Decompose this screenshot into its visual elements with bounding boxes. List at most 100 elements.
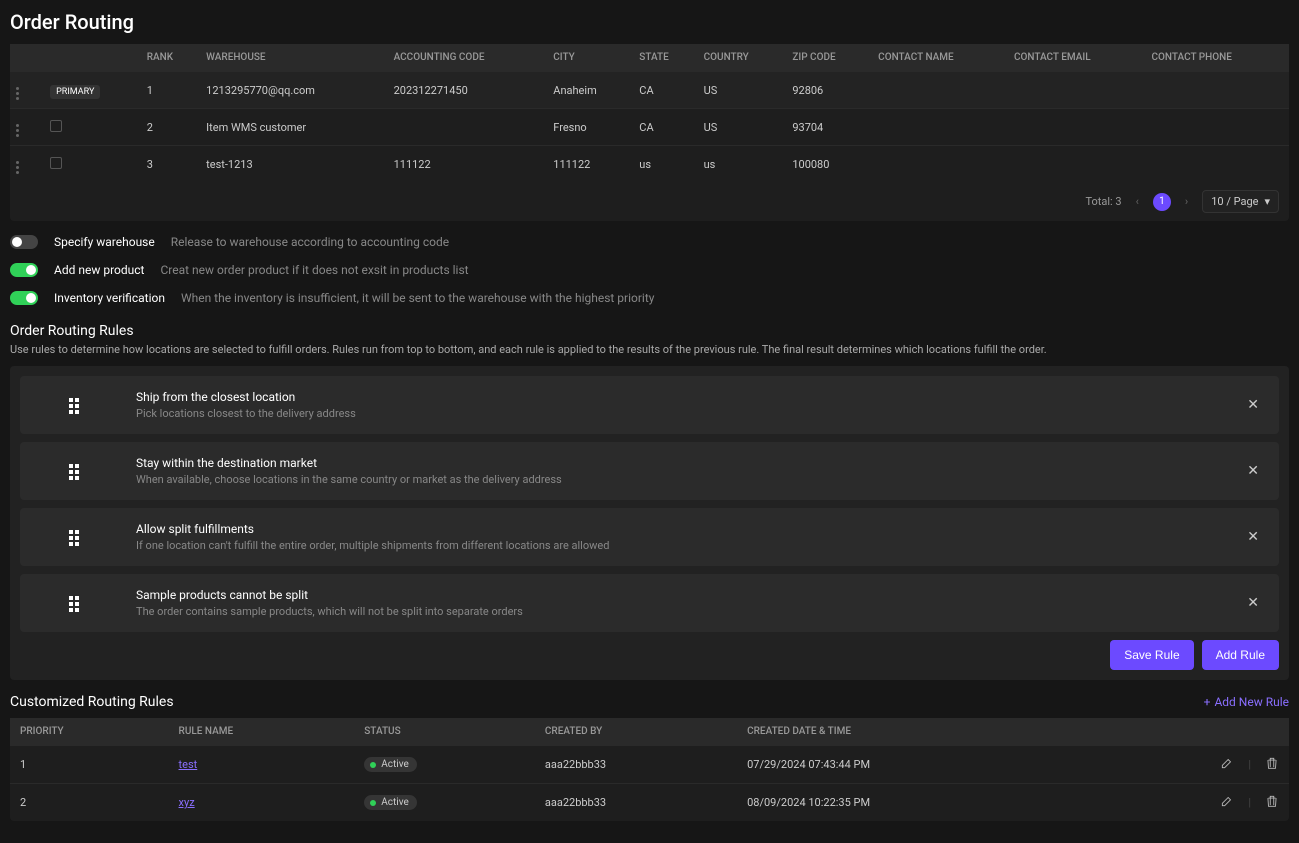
rule-card: Ship from the closest locationPick locat… <box>20 376 1279 434</box>
cell-warehouse: Item WMS customer <box>200 109 387 146</box>
toggle-row: Inventory verificationWhen the inventory… <box>10 291 1289 305</box>
cell-priority: 1 <box>10 746 169 784</box>
page-size-select[interactable]: 10 / Page ▾ <box>1202 190 1279 213</box>
cell-accounting_code: 202312271450 <box>388 72 548 109</box>
drag-handle-icon[interactable] <box>69 398 83 412</box>
warehouse-header: CONTACT EMAIL <box>1008 44 1146 72</box>
cell-zip: 100080 <box>786 146 872 183</box>
row-checkbox[interactable] <box>50 157 62 169</box>
table-row: 1testActiveaaa22bbb3307/29/2024 07:43:44… <box>10 746 1289 784</box>
drag-handle-icon[interactable] <box>69 530 83 544</box>
cell-contact_name <box>872 72 1008 109</box>
cell-rank: 1 <box>141 72 200 109</box>
toggle-row: Specify warehouse Release to warehouse ac… <box>10 235 1289 249</box>
cell-state: us <box>633 146 697 183</box>
cell-contact_email <box>1008 109 1146 146</box>
cell-zip: 93704 <box>786 109 872 146</box>
next-page-button[interactable]: › <box>1181 195 1192 208</box>
toggle-switch[interactable] <box>10 263 38 277</box>
toggle-desc: When the inventory is insufficient, it w… <box>181 291 655 305</box>
separator: | <box>1248 758 1251 771</box>
status-badge: Active <box>364 795 417 810</box>
edit-icon[interactable] <box>1220 756 1234 773</box>
primary-badge: PRIMARY <box>50 85 100 99</box>
cell-accounting_code <box>388 109 548 146</box>
toggle-switch[interactable] <box>10 291 38 305</box>
rules-panel: Ship from the closest locationPick locat… <box>10 366 1289 680</box>
warehouse-header <box>10 44 44 72</box>
cell-created-date: 08/09/2024 10:22:35 PM <box>737 784 1093 822</box>
custom-rules-table: PRIORITYRULE NAMESTATUSCREATED BYCREATED… <box>10 718 1289 821</box>
drag-handle-icon[interactable] <box>16 161 26 174</box>
edit-icon[interactable] <box>1220 794 1234 811</box>
drag-handle-icon[interactable] <box>16 124 26 137</box>
table-row: 2Item WMS customerFresnoCAUS93704 <box>10 109 1289 146</box>
cell-rank: 2 <box>141 109 200 146</box>
warehouse-header: CONTACT NAME <box>872 44 1008 72</box>
plus-icon: + <box>1204 695 1211 709</box>
toggle-switch[interactable] <box>10 235 38 249</box>
rule-card: Sample products cannot be split The order… <box>20 574 1279 632</box>
custom-header: CREATED BY <box>535 718 737 746</box>
close-icon[interactable]: ✕ <box>1243 393 1263 417</box>
cell-city: Anaheim <box>547 72 633 109</box>
delete-icon[interactable] <box>1265 756 1279 773</box>
cell-contact_phone <box>1146 72 1290 109</box>
cell-city: 111122 <box>547 146 633 183</box>
warehouse-header: ACCOUNTING CODE <box>388 44 548 72</box>
page-title: Order Routing <box>10 10 1289 34</box>
close-icon[interactable]: ✕ <box>1243 525 1263 549</box>
cell-country: US <box>698 72 787 109</box>
warehouse-header: CONTACT PHONE <box>1146 44 1290 72</box>
prev-page-button[interactable]: ‹ <box>1132 195 1143 208</box>
toggle-row: Add new productCreat new order product i… <box>10 263 1289 277</box>
cell-created-date: 07/29/2024 07:43:44 PM <box>737 746 1093 784</box>
add-rule-button[interactable]: Add Rule <box>1202 640 1279 670</box>
chevron-down-icon: ▾ <box>1264 195 1270 208</box>
rule-name-link[interactable]: test <box>179 758 198 771</box>
cell-rank: 3 <box>141 146 200 183</box>
separator: | <box>1248 796 1251 809</box>
delete-icon[interactable] <box>1265 794 1279 811</box>
cell-contact_name <box>872 109 1008 146</box>
close-icon[interactable]: ✕ <box>1243 591 1263 615</box>
close-icon[interactable]: ✕ <box>1243 459 1263 483</box>
rule-desc: If one location can't fulfill the entire… <box>136 539 1223 552</box>
table-footer: Total: 3 ‹ 1 › 10 / Page ▾ <box>10 182 1289 221</box>
rule-card: Allow split fulfillmentsIf one location … <box>20 508 1279 566</box>
custom-header: STATUS <box>354 718 535 746</box>
cell-contact_email <box>1008 72 1146 109</box>
table-row: 3test-1213111122111122usus100080 <box>10 146 1289 183</box>
custom-rules-panel: PRIORITYRULE NAMESTATUSCREATED BYCREATED… <box>10 718 1289 821</box>
rules-section-subtitle: Use rules to determine how locations are… <box>10 343 1289 356</box>
rule-name-link[interactable]: xyz <box>179 796 195 809</box>
rule-title: Sample products cannot be split <box>136 588 1223 602</box>
rules-section-title: Order Routing Rules <box>10 323 1289 339</box>
add-new-rule-link[interactable]: + Add New Rule <box>1204 695 1289 709</box>
cell-zip: 92806 <box>786 72 872 109</box>
cell-warehouse: test-1213 <box>200 146 387 183</box>
drag-handle-icon[interactable] <box>16 87 26 100</box>
cell-contact_name <box>872 146 1008 183</box>
toggle-desc: Release to warehouse according to accoun… <box>171 235 449 249</box>
warehouse-header: COUNTRY <box>698 44 787 72</box>
toggle-label: Specify warehouse <box>54 235 155 249</box>
cell-created-by: aaa22bbb33 <box>535 784 737 822</box>
cell-warehouse: 1213295770@qq.com <box>200 72 387 109</box>
cell-country: us <box>698 146 787 183</box>
save-rule-button[interactable]: Save Rule <box>1110 640 1193 670</box>
row-checkbox[interactable] <box>50 120 62 132</box>
rule-desc: The order contains sample products, whic… <box>136 605 1223 618</box>
current-page[interactable]: 1 <box>1153 193 1171 211</box>
rule-desc: Pick locations closest to the delivery a… <box>136 407 1223 420</box>
drag-handle-icon[interactable] <box>69 464 83 478</box>
drag-handle-icon[interactable] <box>69 596 83 610</box>
page-size-label: 10 / Page <box>1211 195 1258 208</box>
table-row: PRIMARY 11213295770@qq.com202312271450Ana… <box>10 72 1289 109</box>
table-row: 2xyzActiveaaa22bbb3308/09/2024 10:22:35 … <box>10 784 1289 822</box>
cell-state: CA <box>633 109 697 146</box>
custom-header: RULE NAME <box>169 718 355 746</box>
cell-contact_phone <box>1146 109 1290 146</box>
warehouse-panel: RANKWAREHOUSEACCOUNTING CODECITYSTATECOU… <box>10 44 1289 221</box>
custom-header: CREATED DATE & TIME <box>737 718 1093 746</box>
